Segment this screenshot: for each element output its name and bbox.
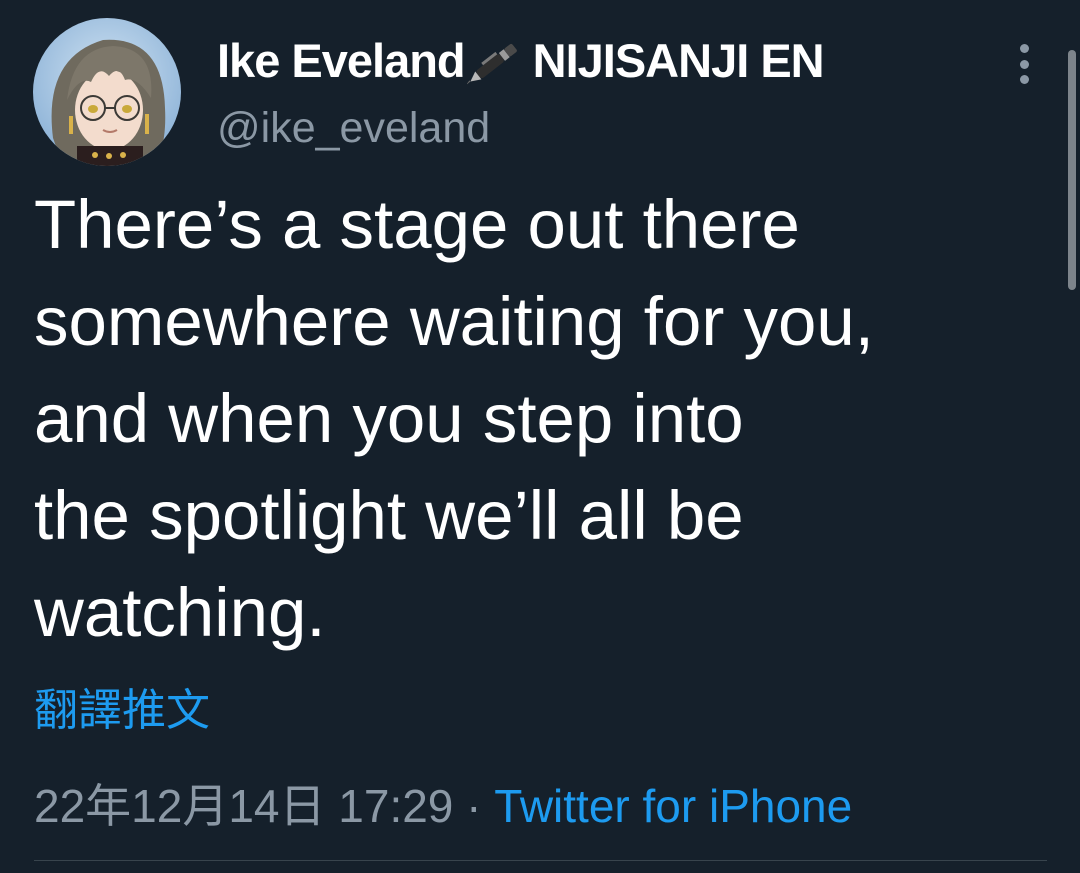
divider <box>34 860 1047 861</box>
avatar[interactable] <box>33 18 181 166</box>
tweet-text-line: and when you step into <box>34 380 744 457</box>
translate-tweet-link[interactable]: 翻譯推文 <box>34 674 210 738</box>
more-dot <box>1019 44 1029 53</box>
tweet-source-link[interactable]: Twitter for iPhone <box>494 780 852 832</box>
tweet-metadata: 22年12月14日 17:29 · Twitter for iPhone <box>34 770 852 836</box>
more-options-icon[interactable] <box>1006 40 1042 88</box>
scrollbar[interactable] <box>1068 50 1076 290</box>
display-name-part2: NIJISANJI EN <box>532 33 825 87</box>
fountain-pen-icon <box>465 34 529 86</box>
tweet-text-line: There’s a stage out there <box>34 186 800 263</box>
meta-separator: · <box>453 780 495 832</box>
display-name-part1: Ike Eveland <box>217 33 466 87</box>
more-dot <box>1019 59 1029 69</box>
tweet-detail: Ike Eveland NIJISANJI EN @ike_eveland Th… <box>0 0 1080 873</box>
tweet-timestamp[interactable]: 22年12月14日 17:29 <box>34 780 453 832</box>
tweet-text-line: the spotlight we’ll all be <box>34 477 744 554</box>
display-name[interactable]: Ike Eveland NIJISANJI EN <box>217 30 825 90</box>
user-handle[interactable]: @ike_eveland <box>217 104 490 153</box>
tweet-text-line: watching. <box>34 574 326 651</box>
more-dot <box>1019 75 1029 84</box>
tweet-text: There’s a stage out there somewhere wait… <box>34 176 1034 661</box>
tweet-text-line: somewhere waiting for you, <box>34 283 874 360</box>
